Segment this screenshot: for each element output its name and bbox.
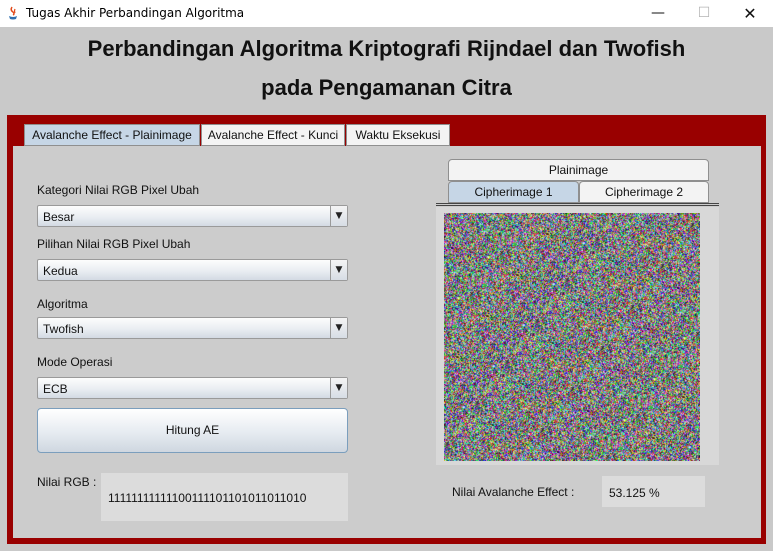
algoritma-select[interactable]: Twofish ▼: [37, 317, 348, 339]
pilihan-label: Pilihan Nilai RGB Pixel Ubah: [37, 237, 191, 251]
avalanche-label: Nilai Avalanche Effect :: [452, 485, 575, 499]
tab-avalanche-plainimage[interactable]: Avalanche Effect - Plainimage: [24, 124, 200, 146]
algoritma-value: Twofish: [43, 322, 84, 336]
kategori-select[interactable]: Besar ▼: [37, 205, 348, 227]
tab-avalanche-kunci[interactable]: Avalanche Effect - Kunci: [201, 124, 345, 146]
window-title: Tugas Akhir Perbandingan Algoritma: [26, 6, 245, 20]
pilihan-select[interactable]: Kedua ▼: [37, 259, 348, 281]
minimize-button[interactable]: —: [635, 0, 681, 27]
avalanche-value-field: 53.125 %: [602, 476, 705, 507]
tab-waktu-eksekusi[interactable]: Waktu Eksekusi: [346, 124, 450, 146]
hitung-ae-button[interactable]: Hitung AE: [37, 408, 348, 453]
chevron-down-icon[interactable]: ▼: [330, 260, 347, 280]
rgb-value-field: 111111111111001111011010110110​10: [101, 473, 348, 521]
cipher-image: [444, 213, 700, 461]
close-button[interactable]: ✕: [727, 0, 773, 27]
kategori-value: Besar: [43, 210, 75, 224]
mode-label: Mode Operasi: [37, 355, 113, 369]
page-title-line-2: pada Pengamanan Citra: [261, 75, 512, 100]
tab-divider: [436, 203, 719, 206]
chevron-down-icon[interactable]: ▼: [330, 378, 347, 398]
page-title-line-1: Perbandingan Algoritma Kriptografi Rijnd…: [87, 36, 686, 61]
pilihan-value: Kedua: [43, 264, 78, 278]
rgb-value: 111111111111001111011010110110​10: [108, 491, 307, 505]
kategori-label: Kategori Nilai RGB Pixel Ubah: [37, 183, 200, 197]
java-app-icon: [9, 6, 17, 20]
window-titlebar: Tugas Akhir Perbandingan Algoritma — ☐ ✕: [0, 0, 773, 27]
tab-plainimage[interactable]: Plainimage: [448, 159, 709, 181]
mode-select[interactable]: ECB ▼: [37, 377, 348, 399]
maximize-button[interactable]: ☐: [681, 0, 727, 27]
avalanche-value: 53.125 %: [609, 486, 660, 500]
tab-cipherimage-2[interactable]: Cipherimage 2: [579, 181, 709, 203]
chevron-down-icon[interactable]: ▼: [330, 206, 347, 226]
algoritma-label: Algoritma: [37, 297, 88, 311]
chevron-down-icon[interactable]: ▼: [330, 318, 347, 338]
mode-value: ECB: [43, 382, 68, 396]
tab-cipherimage-1[interactable]: Cipherimage 1: [448, 181, 579, 203]
rgb-label: Nilai RGB :: [37, 475, 97, 489]
